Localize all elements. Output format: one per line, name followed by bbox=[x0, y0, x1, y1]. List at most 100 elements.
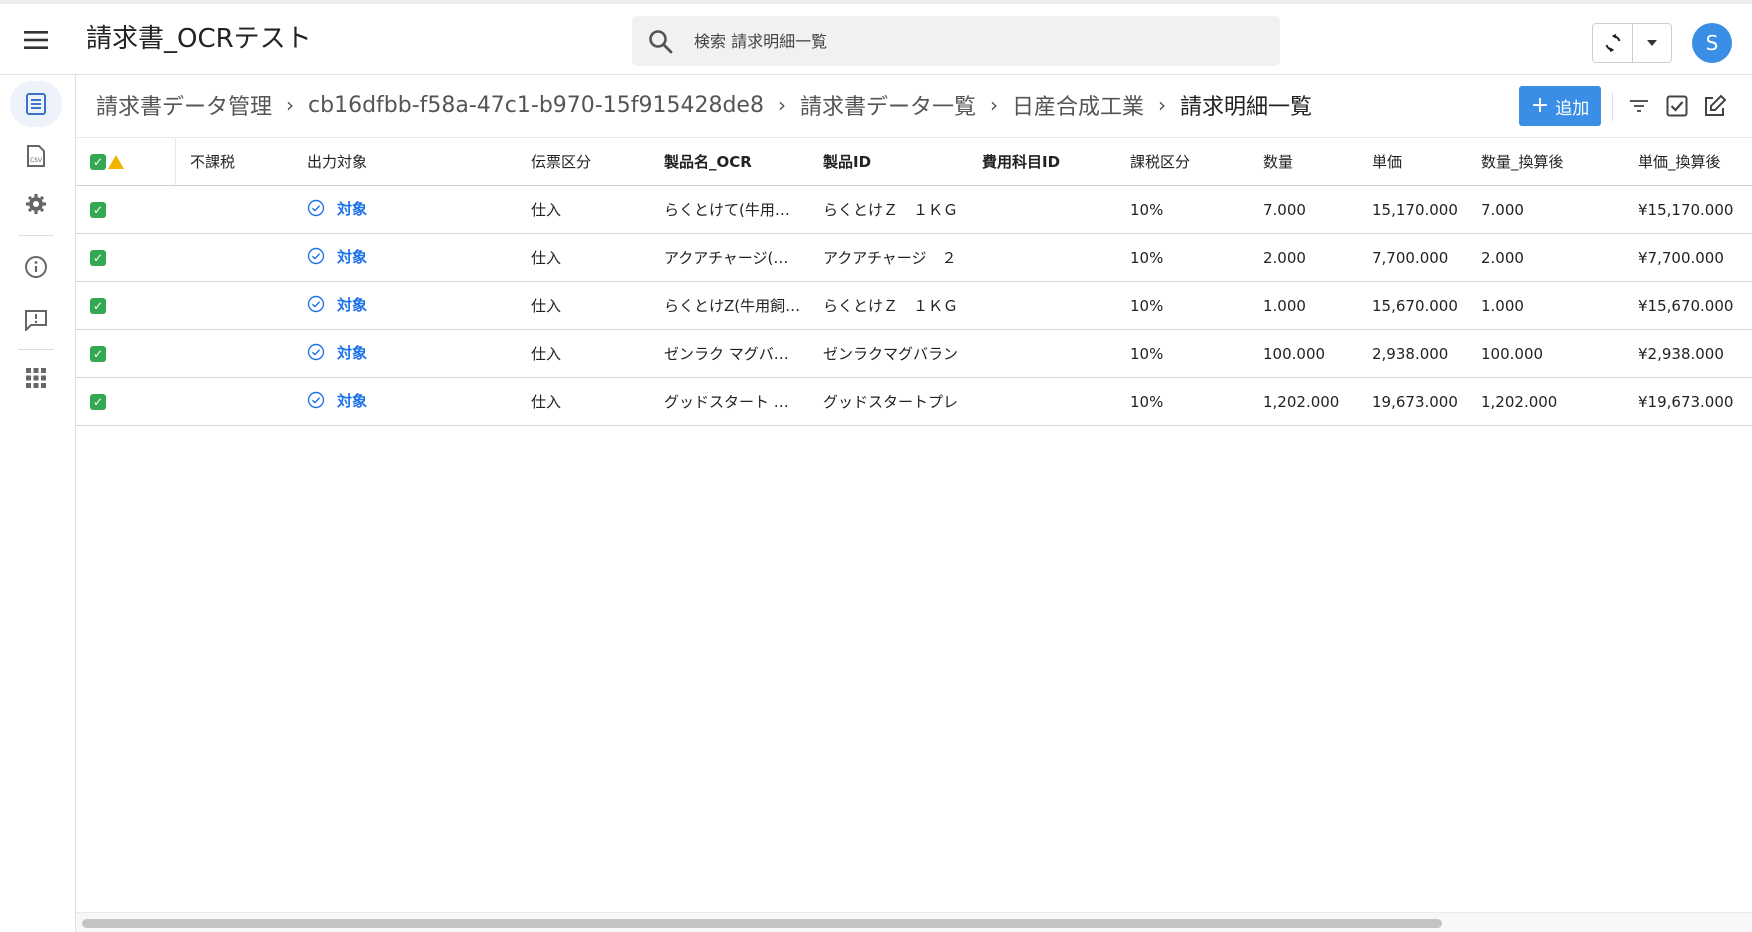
cell-qty-conv[interactable]: 2.000 bbox=[1467, 233, 1624, 282]
cell-qty-conv[interactable]: 1.000 bbox=[1467, 281, 1624, 330]
cell-expense-id[interactable] bbox=[968, 185, 1116, 234]
filter-button[interactable] bbox=[1624, 91, 1654, 121]
edit-button[interactable] bbox=[1700, 91, 1730, 121]
output-target-link[interactable]: 対象 bbox=[307, 342, 367, 363]
cell-non-taxable[interactable] bbox=[176, 233, 293, 282]
output-target-link[interactable]: 対象 bbox=[307, 390, 367, 411]
cell-slip[interactable]: 仕入 bbox=[517, 185, 650, 234]
breadcrumb-item[interactable]: 請求書データ管理 bbox=[96, 89, 272, 121]
cell-status[interactable]: ✓ bbox=[76, 281, 176, 330]
cell-output-target[interactable]: 対象 bbox=[293, 377, 517, 426]
cell-status[interactable]: ✓ bbox=[76, 185, 176, 234]
table-row[interactable]: ✓ 対象 仕入 グッドスタート … グッドスタートプレ 10% 1,202.000 19,67… bbox=[76, 377, 1752, 426]
cell-price[interactable]: 15,670.000 bbox=[1358, 281, 1467, 330]
sidebar-item-info[interactable] bbox=[10, 244, 62, 290]
cell-tax[interactable]: 10% bbox=[1116, 233, 1249, 282]
output-target-link[interactable]: 対象 bbox=[307, 246, 367, 267]
cell-slip[interactable]: 仕入 bbox=[517, 377, 650, 426]
cell-product-id[interactable]: ゼンラクマグバラン bbox=[809, 329, 968, 378]
breadcrumb-item[interactable]: 請求書データ一覧 bbox=[800, 89, 976, 121]
column-header[interactable]: 製品ID bbox=[809, 137, 968, 186]
select-mode-button[interactable] bbox=[1662, 91, 1692, 121]
cell-expense-id[interactable] bbox=[968, 377, 1116, 426]
cell-qty[interactable]: 1,202.000 bbox=[1249, 377, 1358, 426]
search-input[interactable] bbox=[694, 16, 1254, 66]
sync-button[interactable] bbox=[1593, 24, 1633, 62]
cell-non-taxable[interactable] bbox=[176, 281, 293, 330]
cell-name-ocr[interactable]: ゼンラク マグバ… bbox=[650, 329, 809, 378]
table-row[interactable]: ✓ 対象 仕入 らくとけて(牛用… らくとけＺ １ＫＧ 10% 7.000 15,170.00… bbox=[76, 185, 1752, 234]
cell-price-conv[interactable]: ¥2,938.000 bbox=[1624, 329, 1752, 378]
sidebar-item-documents[interactable] bbox=[10, 81, 62, 127]
column-header[interactable]: 単価_換算後 bbox=[1624, 137, 1752, 186]
cell-expense-id[interactable] bbox=[968, 329, 1116, 378]
cell-name-ocr[interactable]: らくとけZ(牛用飼… bbox=[650, 281, 809, 330]
column-header[interactable]: 伝票区分 bbox=[517, 137, 650, 186]
cell-expense-id[interactable] bbox=[968, 233, 1116, 282]
cell-tax[interactable]: 10% bbox=[1116, 185, 1249, 234]
column-header[interactable]: 課税区分 bbox=[1116, 137, 1249, 186]
cell-output-target[interactable]: 対象 bbox=[293, 281, 517, 330]
cell-name-ocr[interactable]: らくとけて(牛用… bbox=[650, 185, 809, 234]
cell-product-id[interactable]: らくとけＺ １ＫＧ bbox=[809, 281, 968, 330]
breadcrumb-item[interactable]: 日産合成工業 bbox=[1012, 89, 1144, 121]
sync-dropdown-button[interactable] bbox=[1633, 24, 1671, 62]
table-row[interactable]: ✓ 対象 仕入 らくとけZ(牛用飼… らくとけＺ １ＫＧ 10% 1.000 15,670.0… bbox=[76, 281, 1752, 330]
cell-name-ocr[interactable]: グッドスタート … bbox=[650, 377, 809, 426]
horizontal-scrollbar[interactable] bbox=[76, 912, 1752, 932]
sidebar-item-feedback[interactable] bbox=[10, 297, 62, 343]
cell-output-target[interactable]: 対象 bbox=[293, 233, 517, 282]
cell-tax[interactable]: 10% bbox=[1116, 377, 1249, 426]
cell-price[interactable]: 15,170.000 bbox=[1358, 185, 1467, 234]
cell-price[interactable]: 19,673.000 bbox=[1358, 377, 1467, 426]
scrollbar-thumb[interactable] bbox=[82, 919, 1442, 928]
cell-price-conv[interactable]: ¥15,670.000 bbox=[1624, 281, 1752, 330]
hamburger-menu-icon[interactable] bbox=[18, 22, 54, 58]
column-header[interactable]: 単価 bbox=[1358, 137, 1467, 186]
cell-qty[interactable]: 100.000 bbox=[1249, 329, 1358, 378]
user-avatar[interactable]: S bbox=[1692, 23, 1732, 63]
output-target-link[interactable]: 対象 bbox=[307, 294, 367, 315]
cell-name-ocr[interactable]: アクアチャージ(… bbox=[650, 233, 809, 282]
cell-qty[interactable]: 7.000 bbox=[1249, 185, 1358, 234]
cell-product-id[interactable]: アクアチャージ ２ bbox=[809, 233, 968, 282]
column-header-status[interactable]: ✓ bbox=[76, 137, 176, 186]
cell-qty-conv[interactable]: 7.000 bbox=[1467, 185, 1624, 234]
column-header[interactable]: 出力対象 bbox=[293, 137, 517, 186]
cell-product-id[interactable]: グッドスタートプレ bbox=[809, 377, 968, 426]
cell-price-conv[interactable]: ¥19,673.000 bbox=[1624, 377, 1752, 426]
column-header[interactable]: 費用科目ID bbox=[968, 137, 1116, 186]
cell-qty-conv[interactable]: 100.000 bbox=[1467, 329, 1624, 378]
column-header[interactable]: 数量 bbox=[1249, 137, 1358, 186]
table-row[interactable]: ✓ 対象 仕入 アクアチャージ(… アクアチャージ ２ 10% 2.000 7,700.000… bbox=[76, 233, 1752, 282]
sidebar-item-csv[interactable]: CSV bbox=[10, 133, 62, 179]
cell-tax[interactable]: 10% bbox=[1116, 281, 1249, 330]
column-header[interactable]: 不課税 bbox=[176, 137, 293, 186]
cell-qty[interactable]: 1.000 bbox=[1249, 281, 1358, 330]
cell-qty-conv[interactable]: 1,202.000 bbox=[1467, 377, 1624, 426]
cell-non-taxable[interactable] bbox=[176, 185, 293, 234]
cell-non-taxable[interactable] bbox=[176, 377, 293, 426]
cell-price[interactable]: 7,700.000 bbox=[1358, 233, 1467, 282]
cell-slip[interactable]: 仕入 bbox=[517, 233, 650, 282]
cell-output-target[interactable]: 対象 bbox=[293, 329, 517, 378]
column-header[interactable]: 数量_換算後 bbox=[1467, 137, 1624, 186]
cell-non-taxable[interactable] bbox=[176, 329, 293, 378]
sidebar-item-settings[interactable] bbox=[10, 181, 62, 227]
cell-status[interactable]: ✓ bbox=[76, 377, 176, 426]
column-header[interactable]: 製品名_OCR bbox=[650, 137, 809, 186]
output-target-link[interactable]: 対象 bbox=[307, 198, 367, 219]
cell-expense-id[interactable] bbox=[968, 281, 1116, 330]
cell-status[interactable]: ✓ bbox=[76, 233, 176, 282]
cell-tax[interactable]: 10% bbox=[1116, 329, 1249, 378]
breadcrumb-item[interactable]: cb16dfbb-f58a-47c1-b970-15f915428de8 bbox=[308, 93, 764, 118]
cell-price[interactable]: 2,938.000 bbox=[1358, 329, 1467, 378]
cell-slip[interactable]: 仕入 bbox=[517, 281, 650, 330]
search-bar[interactable] bbox=[632, 16, 1280, 66]
cell-output-target[interactable]: 対象 bbox=[293, 185, 517, 234]
cell-price-conv[interactable]: ¥7,700.000 bbox=[1624, 233, 1752, 282]
cell-status[interactable]: ✓ bbox=[76, 329, 176, 378]
sidebar-item-apps[interactable] bbox=[10, 355, 62, 401]
cell-product-id[interactable]: らくとけＺ １ＫＧ bbox=[809, 185, 968, 234]
cell-price-conv[interactable]: ¥15,170.000 bbox=[1624, 185, 1752, 234]
